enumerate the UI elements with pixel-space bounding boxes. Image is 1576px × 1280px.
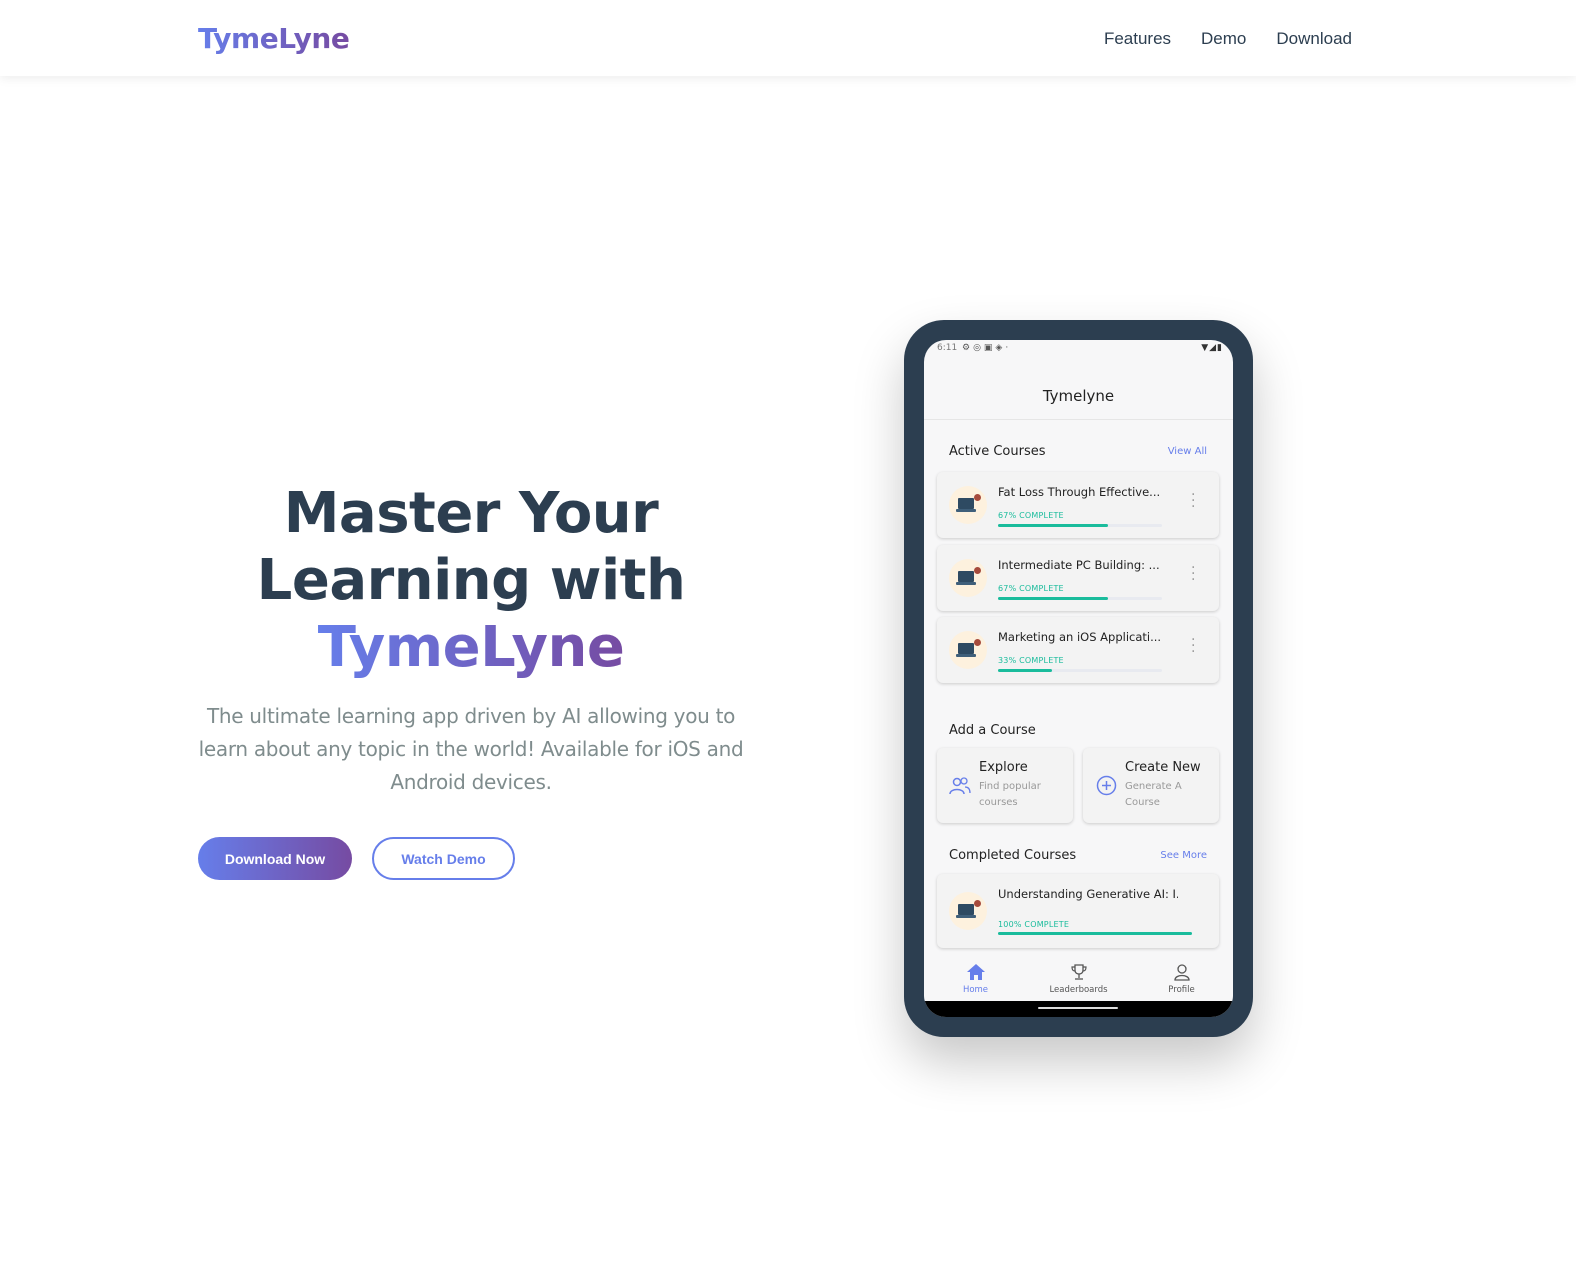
bottom-tab-bar: Home Leaderboards Profile [924, 955, 1233, 1001]
tab-profile[interactable]: Profile [1130, 955, 1233, 1001]
completed-courses-heading: Completed Courses [949, 848, 1077, 863]
tab-leaderboards[interactable]: Leaderboards [1027, 955, 1130, 1001]
status-bar: 6:11 ⚙◎▣◈· ▼◢▮ [924, 340, 1233, 360]
course-laptop-icon [949, 559, 987, 597]
course-progress-label: 67% COMPLETE [998, 511, 1064, 520]
create-new-card[interactable]: Create New Generate A Course [1083, 748, 1219, 823]
create-new-description: Generate A Course [1125, 781, 1182, 808]
course-progress-fill [998, 597, 1108, 600]
more-options-icon[interactable]: · · · [1191, 633, 1195, 659]
add-course-heading: Add a Course [949, 723, 1036, 738]
phone-mockup: 6:11 ⚙◎▣◈· ▼◢▮ Tymelyne Active Courses V… [904, 320, 1253, 1037]
hero-title-line1: Master Your [283, 481, 659, 546]
phone-screen: 6:11 ⚙◎▣◈· ▼◢▮ Tymelyne Active Courses V… [924, 340, 1233, 1017]
course-name: Marketing an iOS Applicati... [998, 630, 1162, 644]
users-icon [949, 777, 971, 795]
see-more-link[interactable]: See More [1160, 850, 1207, 861]
tab-home-label: Home [962, 985, 989, 995]
hero-subtitle: The ultimate learning app driven by AI a… [198, 704, 744, 794]
course-card[interactable]: Marketing an iOS Applicati... 33% COMPLE… [937, 617, 1219, 683]
course-name: Intermediate PC Building: ... [998, 558, 1160, 572]
watch-demo-button[interactable]: Watch Demo [372, 837, 515, 880]
nav-link-download[interactable]: Download [1276, 29, 1352, 49]
brand-logo[interactable]: TymeLyne [198, 22, 350, 55]
nav-links: Features Demo Download [1104, 29, 1352, 49]
app-title: Tymelyne [1042, 387, 1115, 405]
completed-course-card[interactable]: Understanding Generative AI: I... 100% C… [937, 874, 1219, 948]
status-time: 6:11 [937, 343, 958, 353]
tab-profile-label: Profile [1168, 985, 1195, 995]
course-progress-bar [998, 932, 1192, 935]
course-progress-label: 33% COMPLETE [998, 656, 1064, 665]
tab-leaderboards-label: Leaderboards [1049, 985, 1108, 995]
course-progress-bar [998, 597, 1162, 600]
active-courses-heading: Active Courses [949, 444, 1046, 459]
home-icon [924, 963, 1027, 985]
course-laptop-icon [949, 486, 987, 524]
course-card[interactable]: Fat Loss Through Effective... 67% COMPLE… [937, 472, 1219, 538]
more-options-icon[interactable]: · · · [1191, 488, 1195, 514]
plus-circle-icon [1096, 775, 1117, 796]
status-signal-battery-icons: ▼◢▮ [1201, 343, 1223, 353]
system-nav-bar [924, 1001, 1233, 1017]
course-laptop-icon [949, 631, 987, 669]
course-progress-bar [998, 524, 1162, 527]
status-notification-icons: ⚙◎▣◈· [962, 343, 1012, 353]
hero-title-line2: Learning with [256, 548, 686, 613]
nav-link-demo[interactable]: Demo [1201, 29, 1246, 49]
header-divider [924, 419, 1233, 420]
explore-card[interactable]: Explore Find popular courses [937, 748, 1073, 823]
user-icon [1130, 963, 1233, 985]
more-options-icon[interactable]: · · · [1191, 561, 1195, 587]
course-progress-bar [998, 669, 1162, 672]
course-progress-label: 67% COMPLETE [998, 584, 1064, 593]
explore-description: Find popular courses [979, 781, 1041, 808]
view-all-link[interactable]: View All [1168, 446, 1207, 457]
nav-link-features[interactable]: Features [1104, 29, 1171, 49]
trophy-icon [1027, 963, 1130, 985]
course-progress-label: 100% COMPLETE [998, 920, 1070, 929]
course-progress-fill [998, 524, 1108, 527]
course-progress-fill [998, 932, 1192, 935]
download-now-button[interactable]: Download Now [198, 837, 352, 880]
course-card[interactable]: Intermediate PC Building: ... 67% COMPLE… [937, 545, 1219, 611]
explore-title: Explore [979, 760, 1028, 775]
create-new-title: Create New [1125, 760, 1201, 775]
course-name: Fat Loss Through Effective... [998, 485, 1161, 499]
top-navbar: TymeLyne Features Demo Download [0, 0, 1576, 76]
course-progress-fill [998, 669, 1053, 672]
home-indicator[interactable] [1038, 1007, 1118, 1009]
course-laptop-icon [949, 892, 987, 930]
hero-title: Master Your Learning with TymeLyne [198, 480, 744, 681]
hero-title-brand: TymeLyne [317, 615, 625, 680]
tab-home[interactable]: Home [924, 955, 1027, 1001]
course-name: Understanding Generative AI: I... [998, 887, 1178, 901]
